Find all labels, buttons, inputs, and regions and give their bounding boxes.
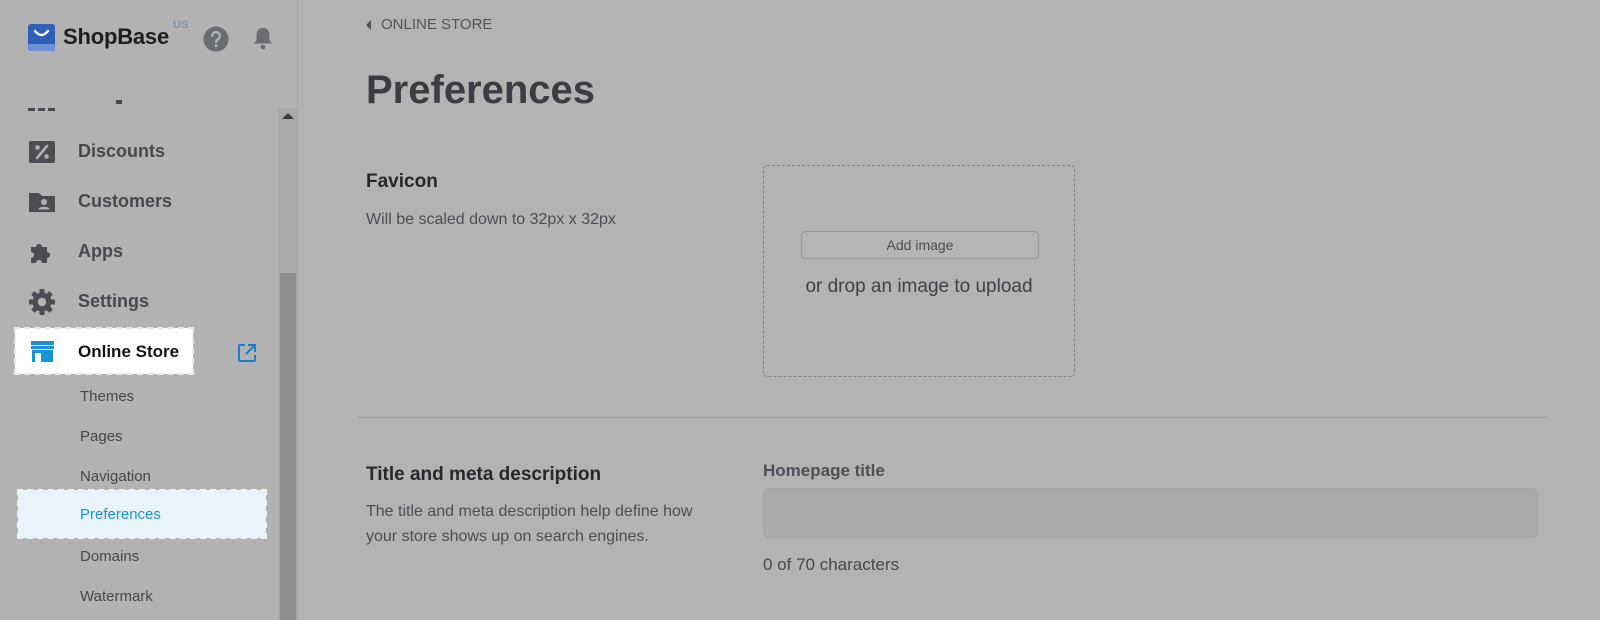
- sidebar-item-label: Customers: [78, 191, 173, 211]
- gear-icon: [29, 289, 55, 315]
- favicon-section-description: Will be scaled down to 32px x 32px: [366, 211, 616, 228]
- external-link-icon[interactable]: [236, 342, 258, 364]
- sidebar-item-apps[interactable]: Apps: [0, 231, 270, 271]
- nav-item-partial: [28, 100, 122, 111]
- sidebar-subitem-themes[interactable]: Themes: [80, 388, 134, 405]
- seo-section-description-line2: your store shows up on search engines.: [366, 528, 649, 545]
- sidebar-subitem-label: Preferences: [80, 506, 161, 523]
- notification-bell-icon[interactable]: [252, 26, 274, 50]
- scroll-up-arrow-icon[interactable]: [282, 113, 294, 119]
- scrollbar-thumb[interactable]: [280, 273, 296, 620]
- breadcrumb-label[interactable]: ONLINE STORE: [381, 16, 492, 33]
- sidebar-item-discounts[interactable]: Discounts: [0, 131, 270, 171]
- brand-name: ShopBase: [63, 24, 169, 49]
- sidebar: ShopBase US Discounts Customers Apps Set…: [0, 0, 298, 620]
- sidebar-item-customers[interactable]: Customers: [0, 181, 270, 221]
- favicon-dropzone[interactable]: Add image or drop an image to upload: [763, 165, 1075, 377]
- drop-image-text: or drop an image to upload: [805, 276, 1033, 297]
- seo-section-description-line1: The title and meta description help defi…: [366, 503, 693, 520]
- region-badge: US: [173, 19, 189, 31]
- sidebar-scrollbar[interactable]: [278, 108, 298, 620]
- shopbase-logo-icon: [28, 24, 55, 51]
- favicon-section-title: Favicon: [366, 171, 438, 192]
- customers-icon: [29, 193, 55, 212]
- homepage-title-input[interactable]: [763, 488, 1538, 538]
- puzzle-icon: [31, 244, 50, 263]
- sidebar-subitem-domains[interactable]: Domains: [80, 548, 139, 565]
- help-icon[interactable]: [203, 26, 229, 52]
- chevron-left-icon: [366, 19, 371, 30]
- sidebar-subitem-watermark[interactable]: Watermark: [80, 588, 153, 605]
- sidebar-subitem-pages[interactable]: Pages: [80, 428, 123, 445]
- discount-icon: [29, 141, 55, 163]
- sidebar-item-label: Apps: [78, 241, 123, 261]
- homepage-title-label: Homepage title: [763, 461, 885, 480]
- store-icon: [31, 341, 54, 362]
- sidebar-item-label: Online Store: [78, 342, 180, 361]
- character-count: 0 of 70 characters: [763, 555, 900, 574]
- sidebar-item-label: Discounts: [78, 141, 166, 161]
- add-image-button[interactable]: Add image: [801, 231, 1039, 259]
- section-divider: [357, 417, 1548, 418]
- sidebar-subitem-navigation[interactable]: Navigation: [80, 468, 151, 485]
- sidebar-item-label: Settings: [78, 291, 150, 311]
- page-title: Preferences: [366, 68, 596, 112]
- sidebar-item-settings[interactable]: Settings: [0, 281, 270, 321]
- sidebar-item-online-store[interactable]: Online Store: [14, 327, 194, 375]
- logo-area: ShopBase US: [0, 0, 298, 78]
- breadcrumb[interactable]: ONLINE STORE: [366, 16, 492, 33]
- sidebar-subitem-preferences[interactable]: Preferences: [17, 489, 267, 539]
- seo-section-title: Title and meta description: [366, 464, 602, 485]
